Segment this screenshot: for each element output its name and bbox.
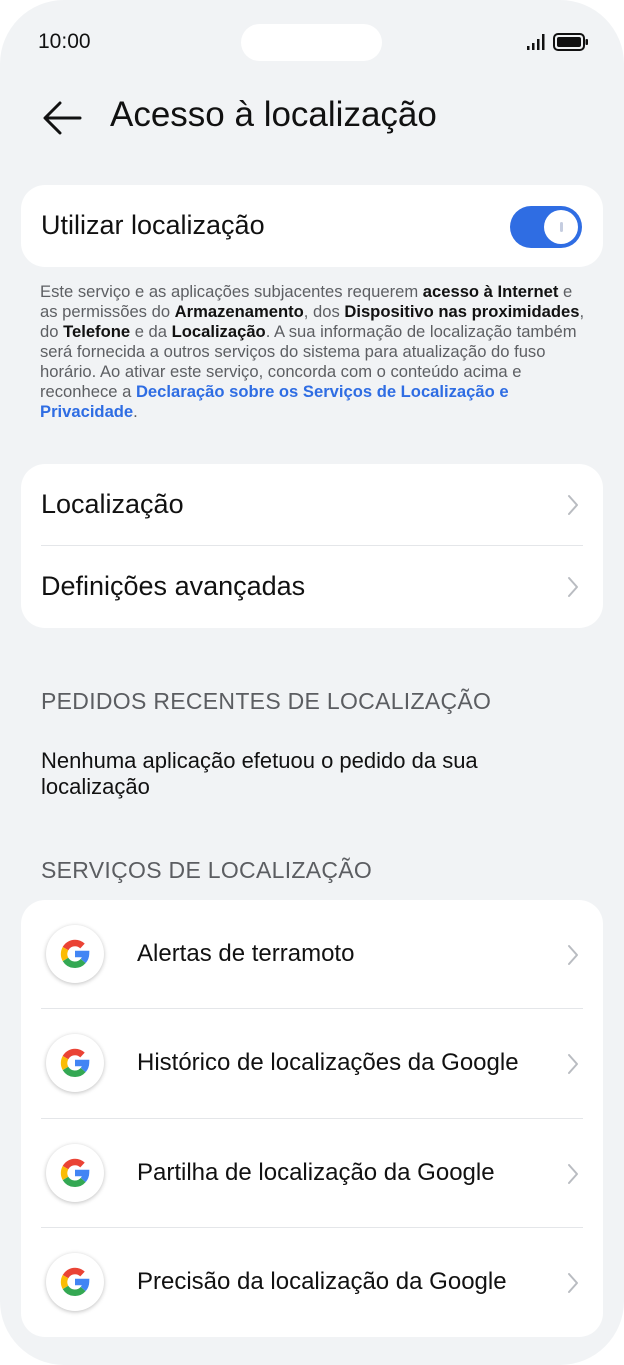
page-title: Acesso à localização bbox=[110, 95, 437, 134]
service-description: Este serviço e as aplicações subjacentes… bbox=[40, 282, 585, 421]
service-item-earthquake-alerts[interactable]: Alertas de terramoto bbox=[21, 900, 603, 1009]
location-services-card: Alertas de terramoto Histórico de locali… bbox=[21, 900, 603, 1337]
settings-item-label: Definições avançadas bbox=[41, 571, 306, 601]
service-item-location-history[interactable]: Histórico de localizações da Google bbox=[21, 1009, 603, 1118]
service-item-label: Precisão da localização da Google bbox=[137, 1268, 507, 1295]
google-icon bbox=[46, 1253, 104, 1311]
chevron-right-icon bbox=[568, 1054, 578, 1074]
service-item-label: Alertas de terramoto bbox=[137, 940, 355, 967]
google-icon bbox=[46, 925, 104, 983]
settings-card: Localização Definições avançadas bbox=[21, 464, 603, 628]
battery-icon bbox=[553, 33, 588, 51]
no-requests-text: Nenhuma aplicação efetuou o pedido da su… bbox=[41, 748, 478, 799]
chevron-right-icon bbox=[568, 945, 578, 965]
google-icon bbox=[46, 1144, 104, 1202]
chevron-right-icon bbox=[568, 1164, 578, 1184]
section-heading-location-services: SERVIÇOS DE LOCALIZAÇÃO bbox=[41, 857, 373, 883]
back-arrow-icon[interactable] bbox=[40, 96, 84, 140]
service-item-location-accuracy[interactable]: Precisão da localização da Google bbox=[21, 1228, 603, 1337]
section-heading-recent-requests: PEDIDOS RECENTES DE LOCALIZAÇÃO bbox=[41, 688, 492, 714]
signal-icon bbox=[527, 34, 545, 50]
status-time: 10:00 bbox=[38, 30, 91, 53]
use-location-label: Utilizar localização bbox=[41, 210, 265, 240]
chevron-right-icon bbox=[568, 1273, 578, 1293]
service-item-label: Partilha de localização da Google bbox=[137, 1159, 495, 1186]
toggle-knob bbox=[544, 210, 578, 244]
settings-item-location[interactable]: Localização bbox=[21, 464, 603, 546]
settings-item-label: Localização bbox=[41, 489, 184, 519]
chevron-right-icon bbox=[568, 577, 578, 597]
settings-item-advanced[interactable]: Definições avançadas bbox=[21, 546, 603, 628]
chevron-right-icon bbox=[568, 495, 578, 515]
service-item-label: Histórico de localizações da Google bbox=[137, 1049, 519, 1076]
use-location-toggle[interactable] bbox=[510, 206, 582, 248]
google-icon bbox=[46, 1034, 104, 1092]
use-location-card[interactable]: Utilizar localização bbox=[21, 185, 603, 267]
camera-notch bbox=[241, 24, 382, 61]
service-item-location-sharing[interactable]: Partilha de localização da Google bbox=[21, 1119, 603, 1228]
status-bar: 10:00 bbox=[0, 0, 624, 84]
phone-screen: 10:00 Acesso à localização Utilizar loca… bbox=[0, 0, 624, 1365]
